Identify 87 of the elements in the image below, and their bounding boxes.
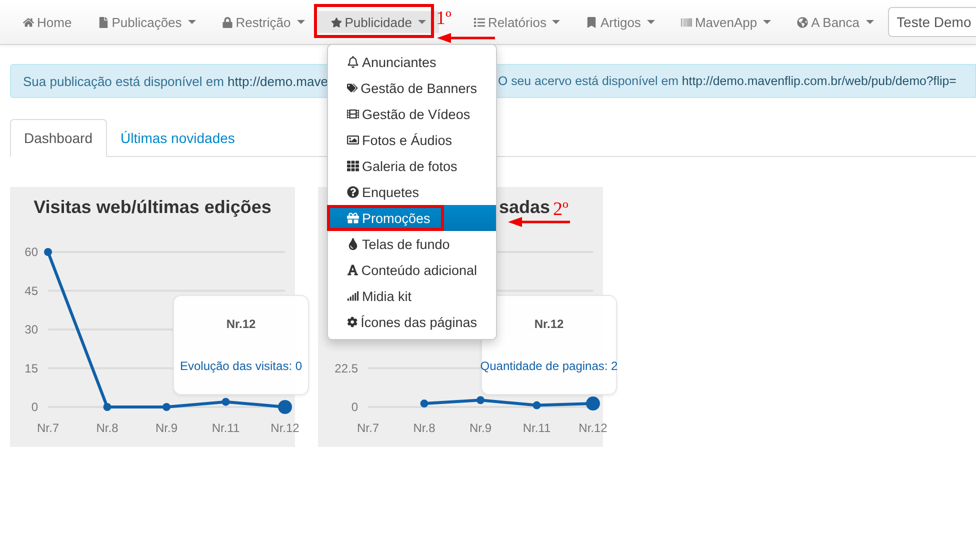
chart-title: Visitas web/últimas edições <box>34 197 272 219</box>
gift-icon <box>347 212 359 224</box>
menu-item[interactable]: Gestão de Banners <box>328 75 496 101</box>
bookmark-icon <box>586 16 598 28</box>
annotation-arrow <box>437 33 495 43</box>
tooltip-title: Nr.12 <box>534 317 564 331</box>
axis-label: 22.5 <box>334 361 358 376</box>
axis-label: Nr.7 <box>357 421 379 435</box>
nav-item[interactable]: Relatórios <box>460 11 574 33</box>
tooltip-label: Quantidade de paginas: 2 <box>480 359 618 373</box>
axis-label: Nr.8 <box>96 421 118 435</box>
nav-item[interactable]: A Banca <box>784 11 887 33</box>
barcode-icon <box>680 16 692 28</box>
drop-icon <box>347 238 359 250</box>
film-icon <box>347 108 359 120</box>
annotation-arrow <box>508 217 570 227</box>
alert-text: Sua publicação está disponível em <box>23 74 225 88</box>
alert-text: O seu acervo está disponível em <box>498 74 680 88</box>
data-point <box>44 248 52 256</box>
menu-item[interactable]: Enquetes <box>328 179 496 205</box>
menu-item[interactable]: Midia kit <box>328 283 496 309</box>
caret-icon <box>552 20 560 24</box>
nav-item[interactable]: Artigos <box>573 11 668 33</box>
data-point <box>476 396 484 404</box>
alert-link[interactable]: http://demo.mavenflip.com.br/web/pub/demo?flip= <box>682 74 956 88</box>
caret-icon <box>763 20 772 24</box>
axis-label: 0 <box>31 400 38 414</box>
gear-icon <box>347 316 358 328</box>
axis-label: 45 <box>24 284 38 298</box>
data-point <box>586 396 600 411</box>
lock-icon <box>222 16 233 28</box>
caret-icon <box>646 20 655 24</box>
user-field[interactable]: Teste Demo <box>888 7 976 37</box>
axis-label: Nr.12 <box>270 421 300 435</box>
axis-label: 0 <box>351 400 358 414</box>
caret-icon <box>188 20 196 24</box>
caret-icon <box>418 20 426 24</box>
axis-label: Nr.12 <box>578 421 608 435</box>
caret-icon <box>296 20 305 24</box>
axis-label: 15 <box>24 361 38 376</box>
caret-icon <box>866 20 874 24</box>
nav-item[interactable]: Publicidade <box>318 11 439 33</box>
data-point <box>420 400 428 408</box>
data-point <box>222 398 230 406</box>
annotation-label: 2º <box>553 199 568 221</box>
axis-label: 30 <box>24 322 38 336</box>
star-icon <box>330 16 342 28</box>
menu-item[interactable]: Galeria de fotos <box>328 153 496 179</box>
menu-item[interactable]: Anunciantes <box>328 49 496 75</box>
home-icon <box>23 16 34 28</box>
menu-item[interactable]: Conteúdo adicional <box>328 257 496 283</box>
data-point <box>278 400 292 414</box>
menu-item[interactable]: Fotos e Áudios <box>328 127 496 153</box>
grid-icon <box>347 160 359 172</box>
image-icon <box>347 134 359 146</box>
axis-label: 60 <box>24 245 38 259</box>
nav-item[interactable]: Restrição <box>208 11 318 33</box>
nav-item[interactable]: MavenApp <box>668 11 784 33</box>
alert-link[interactable]: http://demo.mave <box>228 74 328 88</box>
question-icon <box>347 186 359 198</box>
menu-item[interactable]: Ícones das páginas <box>328 309 496 335</box>
tab[interactable]: Dashboard <box>10 119 106 157</box>
data-point <box>103 403 112 411</box>
axis-label: Nr.9 <box>156 421 178 435</box>
tags-icon <box>347 82 358 94</box>
tab[interactable]: Últimas novidades <box>106 119 249 157</box>
data-point <box>162 403 170 411</box>
tooltip-label: Evolução das visitas: 0 <box>180 359 302 373</box>
globe-icon <box>797 16 808 28</box>
chart-title: sadas <box>498 197 550 219</box>
axis-label: Nr.7 <box>37 421 59 435</box>
signal-icon <box>347 290 359 302</box>
tooltip-title: Nr.12 <box>226 317 256 331</box>
bell-icon <box>347 56 359 68</box>
list-icon <box>474 16 485 28</box>
menu-item[interactable]: Gestão de Vídeos <box>328 101 496 127</box>
axis-label: Nr.8 <box>413 421 436 435</box>
letter-icon <box>347 264 358 276</box>
annotation-label: 1º <box>436 8 452 30</box>
axis-label: Nr.11 <box>522 421 551 435</box>
axis-label: Nr.11 <box>212 421 240 435</box>
nav-item[interactable]: Home <box>10 11 85 33</box>
axis-label: Nr.9 <box>470 421 492 435</box>
menu-item[interactable]: Telas de fundo <box>328 231 496 257</box>
file-icon <box>98 16 109 28</box>
data-point <box>532 401 541 410</box>
nav-item[interactable]: Publicações <box>84 11 209 33</box>
